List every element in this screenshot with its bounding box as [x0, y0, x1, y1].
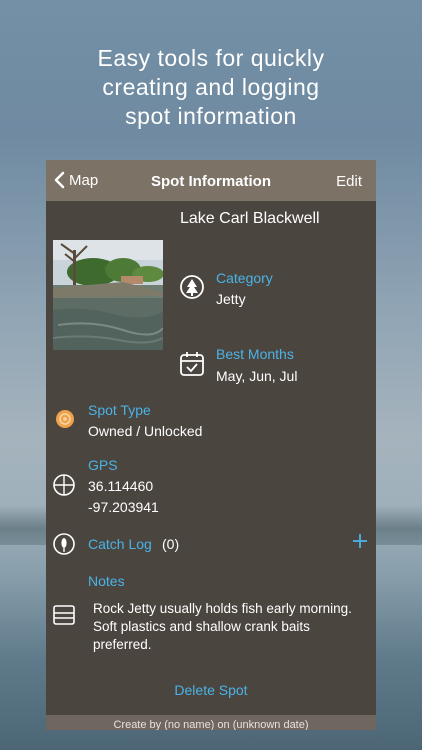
footer-info: Create by (no name) on (unknown date): [46, 715, 376, 730]
spot-information-screen: Map Spot Information Edit Lake Carl Blac…: [46, 160, 376, 730]
spot-name: Lake Carl Blackwell: [180, 210, 320, 227]
category-value: Jetty: [216, 291, 246, 307]
page-title: Spot Information: [151, 173, 271, 190]
best-months-value: May, Jun, Jul: [216, 368, 298, 384]
headline: Easy tools for quickly creating and logg…: [0, 44, 422, 131]
lure-icon: [53, 533, 75, 555]
headline-line-2: creating and logging: [102, 74, 320, 100]
category-label: Category: [216, 270, 273, 286]
edit-button[interactable]: Edit: [336, 173, 362, 190]
plus-icon: [353, 534, 367, 548]
catch-log-count: (0): [162, 536, 180, 552]
orange-dot-icon: [56, 410, 74, 428]
navbar: Map Spot Information Edit: [46, 160, 376, 201]
tree-icon: [180, 275, 204, 299]
spot-type-value: Owned / Unlocked: [88, 423, 203, 439]
best-months-label: Best Months: [216, 346, 294, 362]
add-catch-button[interactable]: [352, 530, 368, 554]
crosshair-icon: [53, 474, 75, 496]
catch-log-button[interactable]: Catch Log: [88, 536, 152, 552]
spot-photo[interactable]: [53, 240, 163, 350]
gps-longitude: -97.203941: [88, 499, 159, 515]
notes-text: Rock Jetty usually holds fish early morn…: [93, 601, 352, 652]
calendar-check-icon: [180, 352, 204, 376]
delete-spot-button[interactable]: Delete Spot: [46, 682, 376, 698]
notes-icon: [53, 605, 75, 625]
notes-label: Notes: [88, 573, 125, 589]
headline-line-3: spot information: [125, 103, 297, 129]
headline-line-1: Easy tools for quickly: [97, 45, 325, 71]
spot-photo-image: [53, 240, 163, 350]
spot-type-label: Spot Type: [88, 402, 151, 418]
gps-latitude: 36.114460: [88, 478, 154, 494]
gps-label: GPS: [88, 457, 118, 473]
